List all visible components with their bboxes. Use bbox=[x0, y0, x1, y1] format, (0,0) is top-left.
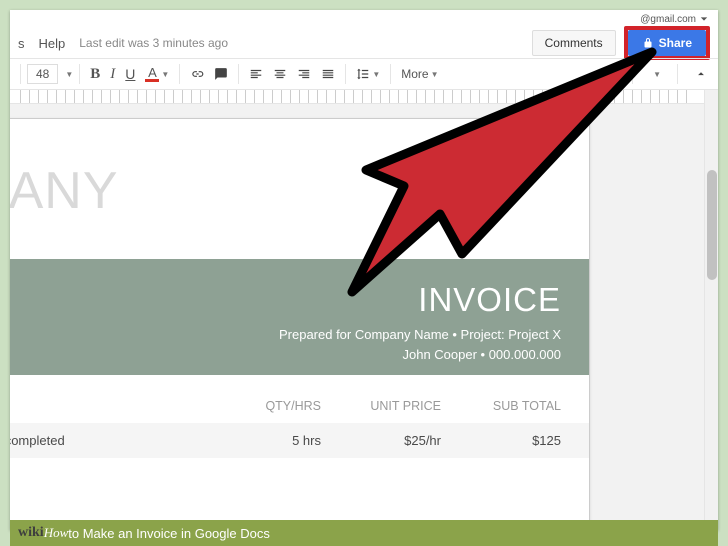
caret-down-icon: ▼ bbox=[372, 70, 380, 79]
account-email: @gmail.com bbox=[640, 14, 696, 25]
cell-desc: ork that was completed bbox=[10, 433, 201, 448]
table-header-row: QTY/HRS UNIT PRICE SUB TOTAL bbox=[10, 389, 589, 423]
align-justify-icon bbox=[321, 67, 335, 81]
cell-sub: $125 bbox=[441, 433, 561, 448]
insert-link-button[interactable] bbox=[186, 64, 208, 84]
more-button[interactable]: More ▼ bbox=[397, 64, 442, 84]
align-justify-button[interactable] bbox=[317, 64, 339, 84]
toolbar-separator bbox=[79, 64, 80, 84]
insert-comment-button[interactable] bbox=[210, 64, 232, 84]
chevron-up-icon bbox=[694, 67, 708, 81]
comments-button[interactable]: Comments bbox=[532, 30, 616, 56]
font-size-control[interactable]: 48 ▼ bbox=[27, 64, 73, 84]
invoice-title: INVOICE bbox=[10, 281, 561, 319]
last-edit-status[interactable]: Last edit was 3 minutes ago bbox=[79, 36, 228, 50]
text-color-button[interactable]: A ▼ bbox=[141, 63, 173, 85]
horizontal-ruler[interactable] bbox=[10, 90, 718, 104]
caret-down-icon bbox=[700, 15, 708, 23]
menu-left: s Help Last edit was 3 minutes ago bbox=[18, 36, 228, 51]
caption-bar: wikiHow to Make an Invoice in Google Doc… bbox=[10, 520, 718, 546]
menu-bar: s Help Last edit was 3 minutes ago Comme… bbox=[10, 28, 718, 58]
caret-down-icon: ▼ bbox=[161, 70, 169, 79]
share-button[interactable]: Share bbox=[628, 30, 706, 56]
brand-how: How bbox=[44, 525, 69, 541]
menu-right: Comments Share bbox=[532, 26, 710, 60]
header-sub: SUB TOTAL bbox=[441, 399, 561, 413]
link-icon bbox=[190, 67, 204, 81]
formatting-toolbar: 48 ▼ B I U A ▼ bbox=[10, 58, 718, 90]
lock-icon bbox=[642, 37, 654, 49]
more-label: More bbox=[401, 67, 428, 81]
underline-button[interactable]: U bbox=[121, 63, 139, 85]
toolbar-separator bbox=[20, 64, 21, 84]
header-qty: QTY/HRS bbox=[201, 399, 321, 413]
menu-item-fragment[interactable]: s bbox=[18, 36, 25, 51]
align-right-button[interactable] bbox=[293, 64, 315, 84]
menu-item-help[interactable]: Help bbox=[39, 36, 66, 51]
align-center-button[interactable] bbox=[269, 64, 291, 84]
company-title-text[interactable]: OMPANY bbox=[10, 161, 119, 221]
toolbar-separator bbox=[179, 64, 180, 84]
align-center-icon bbox=[273, 67, 287, 81]
align-left-icon bbox=[249, 67, 263, 81]
caption-text: to Make an Invoice in Google Docs bbox=[68, 526, 270, 541]
toolbar-separator bbox=[238, 64, 239, 84]
cell-qty: 5 hrs bbox=[201, 433, 321, 448]
ruler-track bbox=[20, 90, 688, 103]
document-canvas[interactable]: OMPANY INVOICE Prepared for Company Name… bbox=[10, 104, 704, 530]
invoice-header-band[interactable]: INVOICE Prepared for Company Name • Proj… bbox=[10, 259, 589, 375]
header-unit: UNIT PRICE bbox=[321, 399, 441, 413]
cell-unit: $25/hr bbox=[321, 433, 441, 448]
vertical-scrollbar[interactable] bbox=[704, 90, 718, 530]
scroll-thumb[interactable] bbox=[707, 170, 717, 280]
table-row[interactable]: ork that was completed 5 hrs $25/hr $125 bbox=[10, 423, 589, 458]
toolbar-separator bbox=[632, 64, 633, 84]
toolbar-separator bbox=[345, 64, 346, 84]
align-left-button[interactable] bbox=[245, 64, 267, 84]
invoice-contact: John Cooper • 000.000.000 bbox=[10, 345, 561, 365]
line-spacing-button[interactable]: ▼ bbox=[352, 64, 384, 84]
document-page[interactable]: OMPANY INVOICE Prepared for Company Name… bbox=[10, 118, 590, 530]
bold-button[interactable]: B bbox=[86, 63, 104, 86]
invoice-table[interactable]: QTY/HRS UNIT PRICE SUB TOTAL ork that wa… bbox=[10, 389, 589, 458]
caret-down-icon: ▼ bbox=[431, 70, 439, 79]
header-desc bbox=[10, 399, 201, 413]
toolbar-separator bbox=[677, 64, 678, 84]
comment-icon bbox=[214, 67, 228, 81]
toolbar-right-group: ▼ bbox=[628, 64, 712, 84]
line-spacing-icon bbox=[356, 67, 370, 81]
font-size-value[interactable]: 48 bbox=[27, 64, 58, 84]
share-label: Share bbox=[659, 36, 692, 50]
caret-down-icon: ▼ bbox=[653, 70, 661, 79]
italic-button[interactable]: I bbox=[106, 63, 119, 86]
app-window: @gmail.com s Help Last edit was 3 minute… bbox=[10, 10, 718, 530]
invoice-prepared-for: Prepared for Company Name • Project: Pro… bbox=[10, 325, 561, 345]
share-highlight-box: Share bbox=[624, 26, 710, 60]
brand-wiki: wiki bbox=[18, 525, 44, 541]
editing-mode-button[interactable]: ▼ bbox=[645, 66, 665, 83]
collapse-toolbar-button[interactable] bbox=[690, 64, 712, 84]
caret-down-icon: ▼ bbox=[65, 70, 73, 79]
align-right-icon bbox=[297, 67, 311, 81]
toolbar-separator bbox=[390, 64, 391, 84]
